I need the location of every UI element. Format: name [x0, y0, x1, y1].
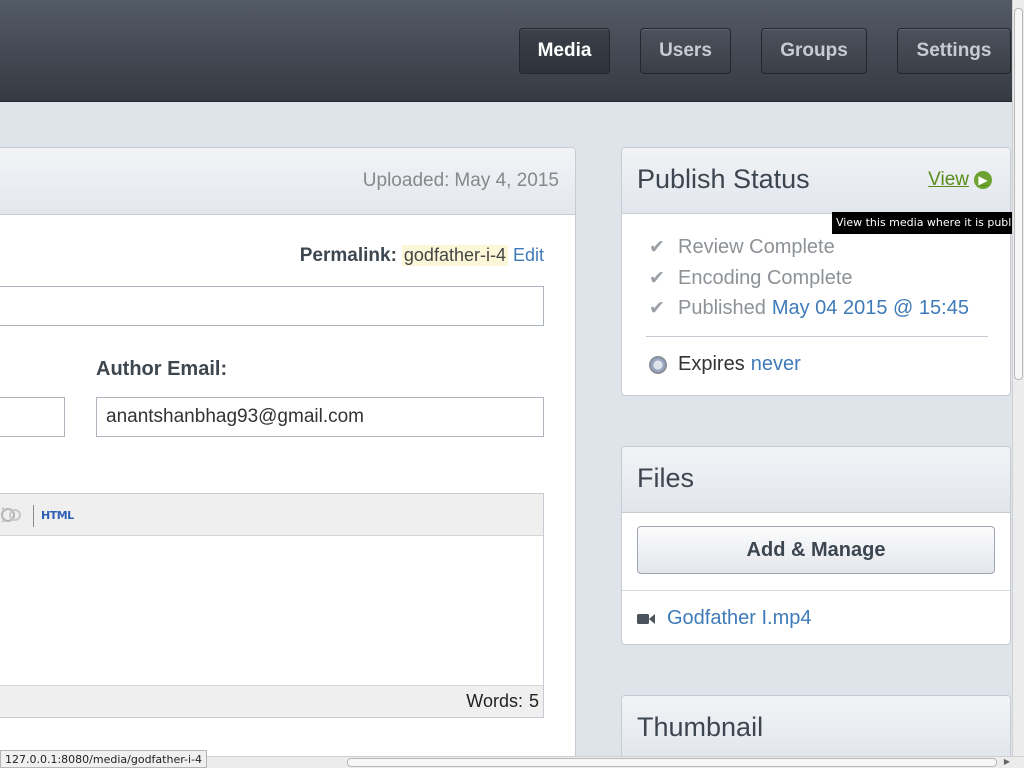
author-email-input[interactable]: anantshanbhag93@gmail.com — [96, 397, 544, 437]
status-encoding-label: Encoding Complete — [678, 267, 853, 289]
word-count-value: 5 — [528, 691, 539, 711]
publish-status-title: Publish Status — [637, 164, 810, 194]
expires-value-link[interactable]: never — [751, 353, 801, 376]
media-edit-header: Uploaded: May 4, 2015 — [0, 148, 575, 215]
files-divider — [622, 590, 1010, 591]
vertical-scrollbar[interactable] — [1012, 0, 1024, 756]
browser-status-url: 127.0.0.1:8080/media/godfather-i-4 — [0, 750, 208, 768]
publish-status-card: Publish Status View ▶ ✔ Review Complete … — [621, 147, 1011, 396]
expires-row: Expires never — [649, 353, 801, 376]
publish-status-header: Publish Status View ▶ — [622, 148, 1010, 214]
nav-media-button[interactable]: Media — [519, 28, 610, 74]
file-item: Godfather I.mp4 — [637, 607, 812, 630]
word-count-label: Words: — [466, 691, 523, 711]
permalink-edit-link[interactable]: Edit — [513, 245, 544, 266]
permalink: Permalink: godfather-i-4 Edit — [300, 245, 544, 267]
check-icon: ✔ — [649, 298, 665, 319]
status-review-complete: ✔ Review Complete — [649, 236, 835, 259]
author-email-label: Author Email: — [96, 358, 228, 380]
thumbnail-header: Thumbnail — [622, 696, 1010, 762]
nav-settings-button[interactable]: Settings — [897, 28, 1011, 74]
status-review-label: Review Complete — [678, 236, 835, 258]
check-icon: ✔ — [649, 268, 665, 289]
nav-users-button[interactable]: Users — [640, 28, 731, 74]
files-title: Files — [637, 463, 695, 493]
file-name-link[interactable]: Godfather I.mp4 — [667, 607, 812, 630]
thumbnail-title: Thumbnail — [637, 712, 764, 742]
media-edit-panel: Uploaded: May 4, 2015 Permalink: godfathe… — [0, 147, 576, 768]
status-encoding-complete: ✔ Encoding Complete — [649, 267, 853, 290]
clock-icon — [649, 355, 667, 374]
files-card: Files Add & Manage Godfather I.mp4 — [621, 446, 1011, 645]
horizontal-scrollbar-thumb[interactable] — [347, 758, 997, 767]
uploaded-label: Uploaded: — [362, 170, 450, 191]
published-date-link[interactable]: May 04 2015 @ 15:45 — [772, 297, 969, 320]
permalink-slug: godfather-i-4 — [401, 245, 508, 266]
view-published-link[interactable]: View ▶ — [928, 169, 992, 191]
unlink-icon[interactable] — [0, 505, 22, 525]
title-input[interactable] — [0, 286, 544, 326]
author-name-input[interactable] — [0, 397, 65, 437]
check-icon: ✔ — [649, 237, 665, 258]
arrow-right-circle-icon[interactable]: ▶ — [974, 171, 992, 189]
top-navigation-bar: Media Users Groups Settings — [0, 0, 1012, 102]
uploaded-info: Uploaded: May 4, 2015 — [363, 170, 559, 192]
view-tooltip: View this media where it is published — [832, 212, 1024, 234]
view-link-label[interactable]: View — [928, 169, 969, 191]
html-source-button[interactable]: HTML — [41, 509, 74, 522]
editor-toolbar: HTML — [0, 494, 543, 536]
editor-body[interactable] — [0, 536, 543, 686]
scroll-right-arrow-icon[interactable]: ▶ — [1004, 757, 1010, 766]
nav-groups-button[interactable]: Groups — [761, 28, 867, 74]
files-header: Files — [622, 447, 1010, 513]
video-camera-icon — [637, 613, 655, 624]
word-count: Words: 5 — [466, 691, 539, 712]
vertical-scrollbar-thumb[interactable] — [1014, 8, 1023, 380]
permalink-label: Permalink: — [299, 245, 397, 266]
status-published: ✔ Published May 04 2015 @ 15:45 — [649, 297, 969, 320]
toolbar-separator — [33, 505, 34, 527]
publish-divider — [646, 336, 988, 337]
expires-label: Expires — [678, 353, 745, 375]
uploaded-date: May 4, 2015 — [454, 170, 559, 191]
description-editor: HTML Words: 5 — [0, 493, 544, 718]
status-published-label: Published — [678, 297, 766, 319]
editor-statusbar: Words: 5 — [0, 685, 543, 717]
add-manage-files-button[interactable]: Add & Manage — [637, 526, 995, 574]
